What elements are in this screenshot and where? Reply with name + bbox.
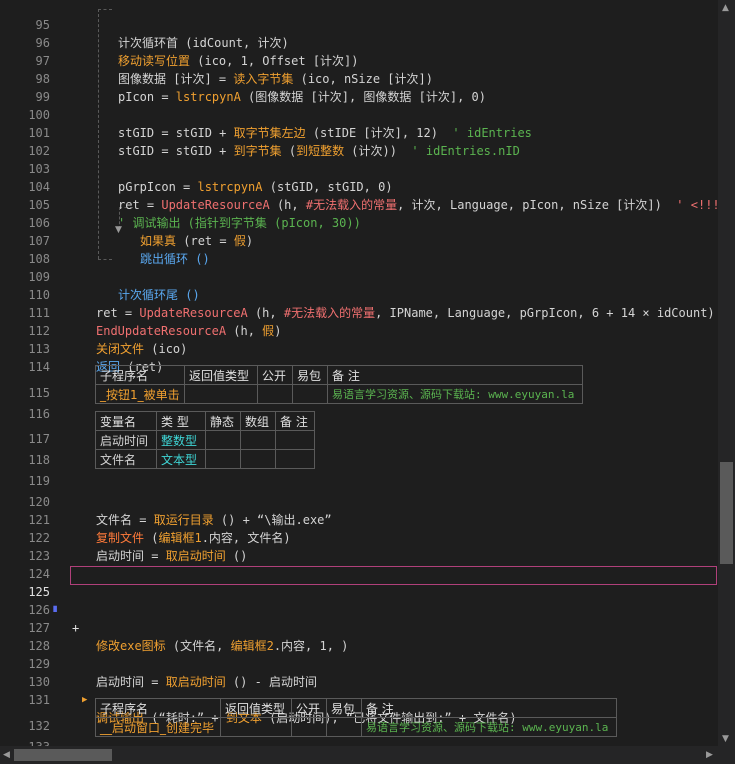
return-type[interactable]	[220, 717, 292, 737]
var-type[interactable]: 文本型	[156, 449, 206, 469]
subroutine-note[interactable]: 易语言学习资源、源码下载站: www.eyuyan.la	[361, 717, 617, 737]
col-header: 备 注	[327, 365, 583, 385]
code-editor[interactable]: ▼ 95 计次循环首 (idCount, 计次) 96 移动读写位置 (ico,…	[0, 0, 718, 746]
scroll-up-icon[interactable]: ▲	[722, 3, 729, 13]
subroutine-table[interactable]: 子程序名 返回值类型 公开 易包 备 注 __启动窗口_创建完毕 易语言学习资源…	[95, 698, 617, 737]
epkg-flag[interactable]	[292, 384, 328, 404]
code-line[interactable]: 124	[0, 547, 718, 581]
code-line[interactable]: 112 关闭文件 (ico)	[0, 304, 718, 356]
scroll-down-icon[interactable]: ▼	[722, 734, 729, 744]
code-line[interactable]: 128	[0, 619, 718, 653]
col-header: 返回值类型	[184, 365, 258, 385]
code-line[interactable]: 109 计次循环尾 ()	[0, 250, 718, 302]
col-header: 子程序名	[95, 698, 221, 718]
code-line[interactable]: 102	[0, 124, 718, 158]
horizontal-scroll-thumb[interactable]	[14, 749, 112, 761]
var-note[interactable]	[275, 430, 315, 450]
code-line[interactable]: 126	[0, 583, 718, 617]
subroutine-note[interactable]: 易语言学习资源、源码下载站: www.eyuyan.la	[327, 384, 583, 404]
col-header: 返回值类型	[220, 698, 292, 718]
code-line[interactable]: 129 启动时间 = 取启动时间 () - 启动时间	[0, 637, 718, 689]
line-number: 133	[0, 738, 50, 746]
col-header: 公开	[257, 365, 293, 385]
var-name[interactable]: 文件名	[95, 449, 157, 469]
col-header: 备 注	[275, 411, 315, 431]
code-line[interactable]: 100 stGID = stGID + 取字节集左边 (stIDE [计次], …	[0, 88, 718, 140]
variable-table[interactable]: 变量名 类 型 静态 数组 备 注 启动时间 整数型 文件名 文本型	[95, 411, 315, 469]
col-header: 备 注	[361, 698, 617, 718]
horizontal-scrollbar[interactable]: ◀ ▶	[0, 746, 718, 764]
public-flag[interactable]	[291, 717, 327, 737]
public-flag[interactable]	[257, 384, 293, 404]
subroutine-name[interactable]: _按钮1_被单击	[95, 384, 185, 404]
code-line[interactable]: 103 pGrpIcon = lstrcpynA (stGID, stGID, …	[0, 142, 718, 194]
subroutine-name[interactable]: __启动窗口_创建完毕	[95, 717, 221, 737]
vertical-scrollbar[interactable]: ▲ ▼	[718, 0, 735, 746]
var-note[interactable]	[275, 449, 315, 469]
code-line[interactable]: 113 返回 (ret)	[0, 322, 718, 374]
code-line[interactable]: 106 如果真 (ret = 假)	[0, 196, 718, 248]
code-line[interactable]: 111 EndUpdateResourceA (h, 假)	[0, 286, 718, 338]
code-line[interactable]: 97 图像数据 [计次] = 读入字节集 (ico, nSize [计次])	[0, 34, 718, 86]
col-header: 公开	[291, 698, 327, 718]
code-line[interactable]: 114	[0, 340, 718, 374]
code-line[interactable]: 131	[0, 673, 718, 707]
code-line[interactable]: 121 复制文件 (编辑框1.内容, 文件名)	[0, 493, 718, 545]
code-line[interactable]: 99	[0, 70, 718, 104]
code-line[interactable]: 105 ' 调试输出 (指针到字节集 (pIcon, 30))	[0, 178, 718, 230]
code-line[interactable]: 104 ret = UpdateResourceA (h, #无法载入的常量, …	[0, 160, 718, 212]
code-line-current[interactable]: 125 ∎ + 修改exe图标 (文件名, 编辑框2.内容, 1, )	[0, 565, 718, 653]
code-line[interactable]: 96 移动读写位置 (ico, 1, Offset [计次])	[0, 16, 718, 68]
code-line[interactable]: 130 ▶ 调试输出 (“耗时:” + 到文本 (启动时间), “已将文件输出到…	[0, 655, 718, 725]
scrollbar-corner	[718, 746, 735, 764]
col-header: 子程序名	[95, 365, 185, 385]
col-header: 易包	[326, 698, 362, 718]
code-line[interactable]: 120 文件名 = 取运行目录 () + “\输出.exe”	[0, 475, 718, 527]
code-line[interactable]: 107 跳出循环 ()	[0, 214, 718, 266]
var-name[interactable]: 启动时间	[95, 430, 157, 450]
col-header: 静态	[205, 411, 241, 431]
code-line[interactable]: 123	[0, 529, 718, 563]
var-array[interactable]	[240, 430, 276, 450]
return-type[interactable]	[184, 384, 258, 404]
code-line[interactable]: 98 pIcon = lstrcpynA (图像数据 [计次], 图像数据 [计…	[0, 52, 718, 104]
subroutine-table[interactable]: 子程序名 返回值类型 公开 易包 备 注 _按钮1_被单击 易语言学习资源、源码…	[95, 365, 583, 404]
code-line[interactable]: 127	[0, 601, 718, 635]
col-header: 变量名	[95, 411, 157, 431]
epkg-flag[interactable]	[326, 717, 362, 737]
col-header: 易包	[292, 365, 328, 385]
vertical-scroll-thumb[interactable]	[720, 462, 733, 564]
var-type[interactable]: 整数型	[156, 430, 206, 450]
code-line[interactable]: 108	[0, 232, 718, 266]
var-static[interactable]	[205, 449, 241, 469]
var-array[interactable]	[240, 449, 276, 469]
col-header: 数组	[240, 411, 276, 431]
scroll-left-icon[interactable]: ◀	[3, 750, 10, 760]
code-line[interactable]: 122 启动时间 = 取启动时间 ()	[0, 511, 718, 563]
col-header: 类 型	[156, 411, 206, 431]
code-line[interactable]: 101 stGID = stGID + 到字节集 (到短整数 (计次)) ' i…	[0, 106, 718, 158]
scroll-right-icon[interactable]: ▶	[706, 750, 713, 760]
var-static[interactable]	[205, 430, 241, 450]
code-line[interactable]: 110 ret = UpdateResourceA (h, #无法载入的常量, …	[0, 268, 718, 320]
code-line[interactable]: 95 计次循环首 (idCount, 计次)	[0, 0, 718, 50]
